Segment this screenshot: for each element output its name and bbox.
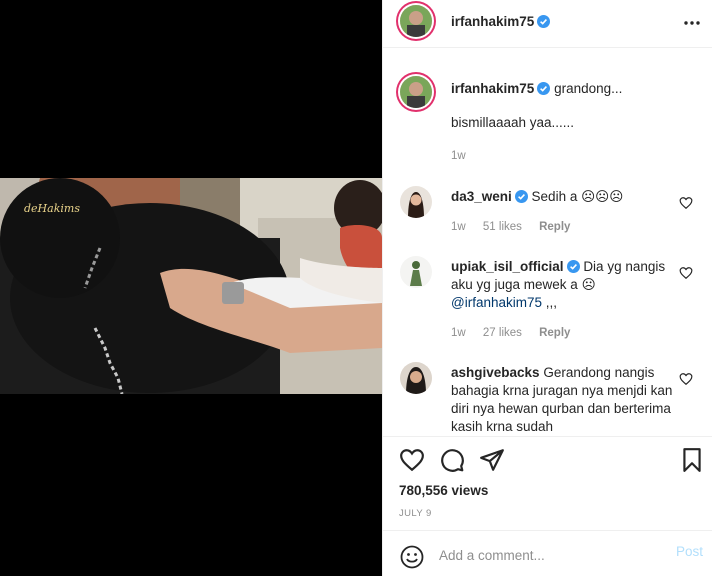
comment-time[interactable]: 1w [451, 221, 466, 233]
caption-username[interactable]: irfanhakim75 [451, 81, 534, 96]
emoji-icon[interactable] [400, 545, 424, 569]
media-pane: deHakims [0, 0, 382, 576]
commenter-avatar[interactable] [400, 362, 432, 394]
caption-meta: 1w [451, 150, 480, 162]
heart-icon[interactable] [679, 196, 693, 210]
comment-icon[interactable] [439, 447, 465, 473]
share-icon[interactable] [479, 447, 505, 473]
comment-text: Sedih a ☹☹☹ [531, 189, 624, 204]
comment-username[interactable]: ashgivebacks [451, 365, 540, 380]
caption-body-text: bismillaaaah yaa...... [451, 115, 575, 130]
more-icon[interactable] [683, 14, 701, 32]
commenter-avatar-image [400, 186, 432, 218]
caption-time[interactable]: 1w [451, 150, 466, 162]
bookmark-icon[interactable] [679, 447, 705, 473]
comment-body: ashgivebacks Gerandong nangis bahagia kr… [451, 364, 673, 436]
comment-body: upiak_isil_official Dia yg nangis aku yg… [451, 258, 673, 312]
comment-likes[interactable]: 27 likes [483, 327, 522, 339]
comment-likes[interactable]: 51 likes [483, 221, 522, 233]
author-avatar-image [400, 5, 432, 37]
verified-icon [514, 190, 528, 203]
post-actions: 780,556 views JULY 9 [383, 436, 712, 530]
comments-list[interactable]: irfanhakim75 grandong... bismillaaaah ya… [383, 48, 712, 436]
comment-username[interactable]: da3_weni [451, 189, 512, 204]
add-comment-bar: Post [383, 530, 712, 576]
caption-head-text: grandong... [554, 81, 623, 96]
heart-icon[interactable] [679, 372, 693, 386]
author-username-text[interactable]: irfanhakim75 [451, 14, 534, 29]
comment-body: da3_weni Sedih a ☹☹☹ [451, 188, 673, 206]
commenter-avatar[interactable] [400, 256, 432, 288]
video-player[interactable]: deHakims [0, 178, 382, 394]
video-watermark: deHakims [24, 202, 80, 215]
heart-icon[interactable] [679, 266, 693, 280]
verified-icon [537, 15, 551, 28]
views-count[interactable]: 780,556 views [399, 483, 488, 498]
author-username[interactable]: irfanhakim75 [451, 14, 551, 29]
comment-time[interactable]: 1w [451, 327, 466, 339]
verified-icon [537, 82, 551, 95]
commenter-avatar[interactable] [400, 186, 432, 218]
comment-meta: 1w 27 likes Reply [451, 327, 584, 339]
commenter-avatar-image [400, 256, 432, 288]
commenter-avatar-image [400, 362, 432, 394]
post-header: irfanhakim75 [383, 0, 712, 48]
reply-button[interactable]: Reply [539, 327, 570, 339]
verified-icon [566, 260, 580, 273]
comment-meta: 1w 51 likes Reply [451, 221, 584, 233]
like-heart-icon[interactable] [399, 447, 425, 473]
comment-mention-link[interactable]: @irfanhakim75 [451, 295, 542, 310]
comment-username[interactable]: upiak_isil_official [451, 259, 564, 274]
author-avatar[interactable] [400, 5, 432, 37]
caption-body: irfanhakim75 grandong... bismillaaaah ya… [451, 80, 673, 132]
caption-avatar[interactable] [400, 76, 432, 108]
post-date[interactable]: JULY 9 [399, 508, 432, 519]
caption-avatar-image [400, 76, 432, 108]
post-button[interactable]: Post [676, 544, 703, 559]
post-details-panel: irfanhakim75 irfanhakim75 grandong... bi… [382, 0, 712, 576]
reply-button[interactable]: Reply [539, 221, 570, 233]
comment-text-suffix: ,,, [542, 295, 558, 310]
comment-input[interactable] [439, 543, 659, 567]
